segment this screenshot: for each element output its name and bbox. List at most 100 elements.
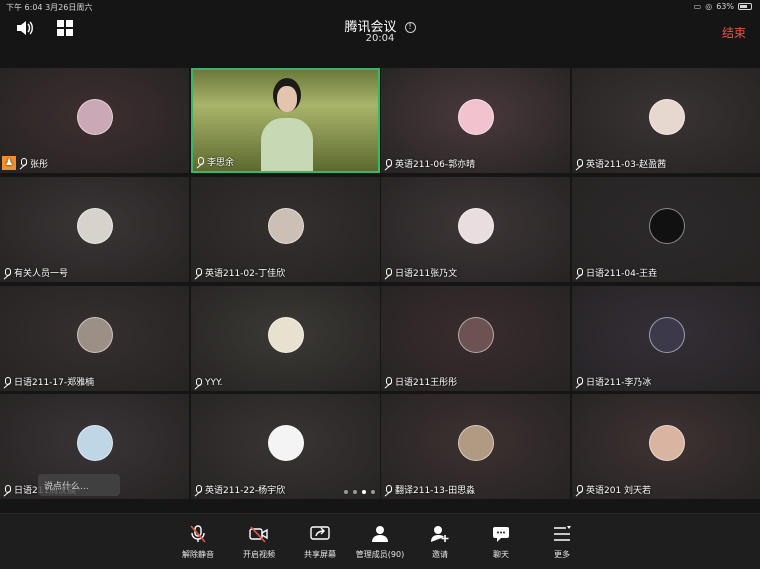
mic-muted-icon — [193, 484, 203, 495]
mic-muted-icon — [383, 484, 393, 495]
toolbar-button-invite[interactable]: 邀请 — [410, 522, 470, 560]
chat-icon — [471, 522, 531, 546]
toolbar-button-share-screen[interactable]: 共享屏幕 — [290, 522, 350, 560]
toolbar-button-members[interactable]: 管理成员(90) — [350, 522, 410, 560]
participant-avatar — [648, 98, 685, 135]
page-dot[interactable] — [371, 490, 375, 494]
info-icon[interactable]: ! — [404, 21, 416, 33]
participant-avatar — [457, 424, 494, 461]
participant-label: 日语211张乃文 — [383, 266, 457, 279]
participant-name: 日语211王彤彤 — [395, 378, 458, 388]
mic-muted-icon — [574, 484, 584, 495]
mic-muted-icon — [383, 158, 393, 169]
status-time: 下午 6:04 3月26日周六 — [6, 3, 93, 12]
toolbar-label: 开启视频 — [243, 550, 275, 559]
participant-label: YYY. — [193, 378, 223, 388]
video-off-icon — [229, 522, 289, 546]
participant-tile[interactable]: YYY. — [191, 286, 380, 391]
more-icon — [532, 522, 592, 546]
mic-muted-icon — [574, 158, 584, 169]
participant-label: 翻译211-13-田思淼 — [383, 483, 475, 496]
screen-mirror-icon: ▭ — [693, 2, 702, 11]
participant-label: 李思余 — [195, 155, 234, 168]
page-indicator — [344, 490, 375, 494]
participant-tile[interactable]: 英语211-03-赵盈茜 — [572, 68, 760, 173]
participant-avatar — [76, 316, 113, 353]
participant-tile[interactable]: 日语211-04-王垚 — [572, 177, 760, 282]
participant-label: 日语211王彤彤 — [383, 375, 457, 388]
toolbar-button-mic-off[interactable]: 解除静音 — [168, 522, 228, 560]
page-dot[interactable] — [344, 490, 348, 494]
participant-label: 日语211-17-郑雅楠 — [2, 375, 94, 388]
battery-percent: 63% — [716, 2, 734, 11]
participant-name: 英语201 刘天若 — [586, 486, 652, 496]
participant-name: 英语211-06-郭亦晴 — [395, 160, 476, 170]
toolbar-button-video-off[interactable]: 开启视频 — [229, 522, 289, 560]
mic-muted-icon — [18, 158, 28, 168]
page-dot-active[interactable] — [362, 490, 366, 494]
participant-label: 英语211-02-丁佳欣 — [193, 266, 285, 279]
toolbar-label: 解除静音 — [182, 550, 214, 559]
participant-name: 李思余 — [207, 158, 235, 168]
bottom-toolbar: 解除静音 开启视频 共享屏幕 管理成员(90) 邀请 聊天 更多 — [0, 513, 760, 569]
participant-name: 日语211-17-郑雅楠 — [14, 378, 95, 388]
participant-tile[interactable]: 英语211-06-郭亦晴 — [381, 68, 570, 173]
participant-name: 日语211-李乃冰 — [586, 378, 652, 388]
share-screen-icon — [290, 522, 350, 546]
page-dot[interactable] — [353, 490, 357, 494]
participant-avatar — [267, 424, 304, 461]
participant-name: 日语211张乃文 — [395, 269, 458, 279]
chat-input-float[interactable]: 说点什么... — [38, 474, 120, 496]
mic-muted-icon — [574, 376, 584, 387]
participant-name: 日语211-04-王垚 — [586, 269, 658, 279]
participant-name: 英语211-22-杨宇欣 — [205, 486, 286, 496]
status-right: ▭ ◎ 63% — [694, 2, 752, 11]
participant-tile[interactable]: 英语211-02-丁佳欣 — [191, 177, 380, 282]
participant-video-feed — [261, 78, 313, 171]
participant-avatar — [267, 207, 304, 244]
status-bar: 下午 6:04 3月26日周六 ▭ ◎ 63% — [0, 0, 760, 14]
participant-label: 英语211-06-郭亦晴 — [383, 157, 475, 170]
participant-avatar — [76, 98, 113, 135]
participant-label: 日语211-04-王垚 — [574, 266, 657, 279]
participant-tile[interactable]: ♟ 张彤 — [0, 68, 189, 173]
participant-video-tile[interactable]: 李思余 — [191, 68, 380, 173]
participant-avatar — [76, 207, 113, 244]
participant-avatar — [648, 207, 685, 244]
participant-label: 英语201 刘天若 — [574, 483, 651, 496]
meeting-timer: 20:04 — [365, 33, 395, 44]
mic-muted-icon — [193, 267, 203, 278]
participant-name: YYY. — [205, 378, 223, 388]
participant-tile[interactable]: 英语211-22-杨宇欣 — [191, 394, 380, 499]
toolbar-button-more[interactable]: 更多 — [532, 522, 592, 560]
mic-muted-icon — [574, 267, 584, 278]
orientation-lock-icon: ◎ — [705, 2, 713, 11]
meeting-header: 腾讯会议! 20:04 结束 — [0, 14, 760, 48]
participant-avatar — [648, 316, 685, 353]
participant-tile[interactable]: 日语211张乃文 — [381, 177, 570, 282]
participant-name: 英语211-03-赵盈茜 — [586, 160, 667, 170]
end-meeting-button[interactable]: 结束 — [722, 24, 746, 41]
participant-tile[interactable]: 日语211-17-郑雅楠 — [0, 286, 189, 391]
toolbar-label: 管理成员(90) — [355, 550, 405, 559]
toolbar-label: 更多 — [554, 550, 570, 559]
participant-label: 有关人员一号 — [2, 266, 68, 279]
invite-icon — [410, 522, 470, 546]
mic-muted-icon — [195, 156, 205, 167]
participant-avatar — [267, 316, 304, 353]
participant-tile[interactable]: 英语201 刘天若 — [572, 394, 760, 499]
participant-name: 英语211-02-丁佳欣 — [205, 269, 286, 279]
participant-tile[interactable]: 有关人员一号 — [0, 177, 189, 282]
participant-name: 有关人员一号 — [14, 269, 69, 279]
participant-label: 英语211-22-杨宇欣 — [193, 483, 285, 496]
participant-tile[interactable]: 日语211王彤彤 — [381, 286, 570, 391]
toolbar-button-chat[interactable]: 聊天 — [471, 522, 531, 560]
mic-muted-icon — [2, 267, 12, 278]
participant-tile[interactable]: 翻译211-13-田思淼 — [381, 394, 570, 499]
participant-label: ♟ 张彤 — [2, 156, 48, 170]
participant-grid: ♟ 张彤 李思余 英语211-06-郭亦晴 英语211-03-赵盈茜 有关人员一号 英语21… — [0, 68, 760, 499]
mic-muted-icon — [2, 484, 12, 495]
toolbar-label: 聊天 — [493, 550, 509, 559]
participant-tile[interactable]: 日语211-李乃冰 — [572, 286, 760, 391]
mic-muted-icon — [383, 376, 393, 387]
